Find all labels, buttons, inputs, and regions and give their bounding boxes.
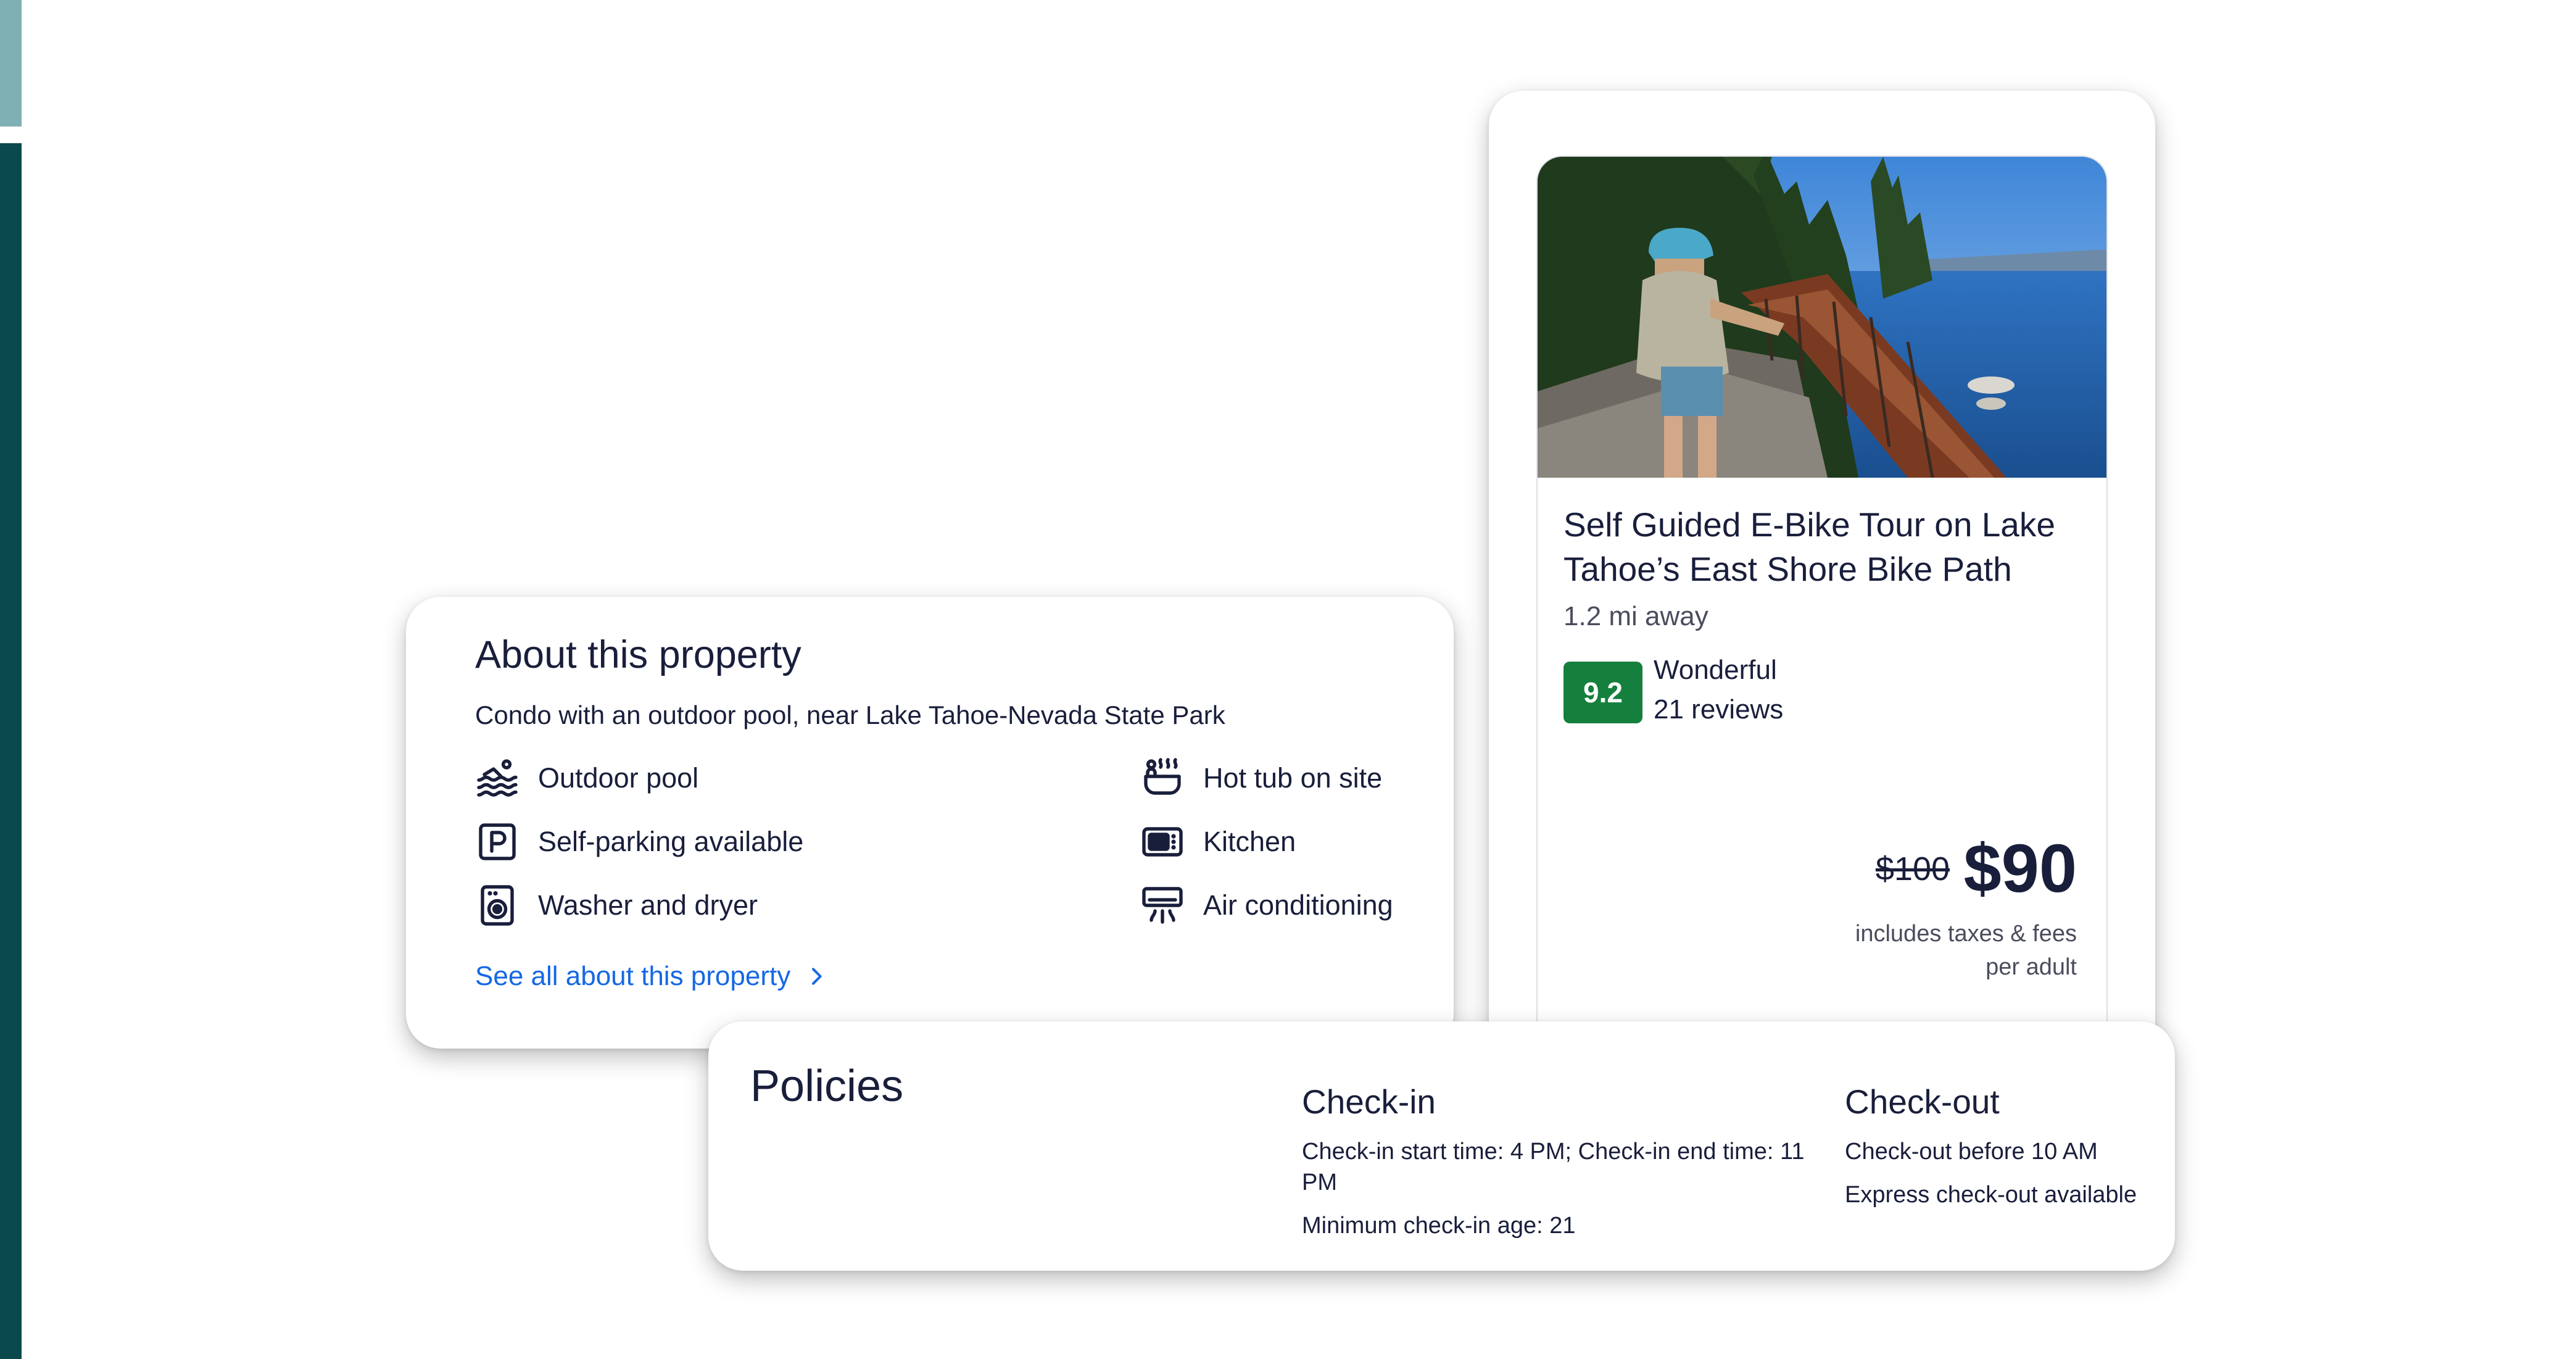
review-count: 21 reviews: [1654, 694, 1784, 725]
amenity-label: Outdoor pool: [538, 762, 699, 794]
review-score-badge: 9.2: [1563, 662, 1642, 723]
side-accent-bar: [0, 143, 22, 1359]
about-property-card: About this property Condo with an outdoo…: [406, 597, 1454, 1049]
about-title: About this property: [475, 633, 801, 676]
amenity-label: Kitchen: [1203, 826, 1296, 857]
policies-card: Policies Check-in Check-in start time: 4…: [708, 1021, 2175, 1271]
express-checkout: Express check-out available: [1845, 1182, 2137, 1208]
pool-icon: [477, 759, 518, 797]
parking-icon: [479, 823, 516, 860]
rating-summary: Wonderful 21 reviews: [1654, 650, 1783, 729]
washer-icon: [481, 885, 514, 926]
see-all-about-property-link[interactable]: See all about this property: [475, 961, 829, 992]
amenity-hot-tub: Hot tub on site: [1140, 756, 1382, 800]
checkout-time: Check-out before 10 AM: [1845, 1139, 2098, 1165]
checkin-min-age: Minimum check-in age: 21: [1302, 1213, 1576, 1239]
hot-tub-icon: [1144, 758, 1181, 795]
kitchen-icon: [1142, 827, 1183, 857]
original-price: $100: [1875, 850, 1950, 887]
chevron-right-icon[interactable]: [804, 964, 829, 989]
price-note-per-adult: per adult: [1986, 954, 2077, 980]
amenity-label: Washer and dryer: [538, 889, 758, 921]
see-all-label[interactable]: See all about this property: [475, 961, 790, 992]
amenity-parking: Self-parking available: [475, 820, 803, 864]
amenity-label: Hot tub on site: [1203, 762, 1383, 794]
amenity-air-conditioning: Air conditioning: [1140, 883, 1393, 928]
price-note-taxes: includes taxes & fees: [1855, 921, 2077, 947]
activity-photo: [1538, 157, 2106, 478]
policies-title: Policies: [750, 1062, 904, 1111]
price-row: $100 $90: [1876, 829, 2077, 908]
checkin-heading: Check-in: [1302, 1083, 1436, 1121]
side-accent-bar-light: [0, 0, 22, 127]
about-subtitle: Condo with an outdoor pool, near Lake Ta…: [475, 700, 1225, 729]
air-conditioning-icon: [1142, 887, 1183, 924]
price-note: includes taxes & fees per adult: [1855, 917, 2077, 984]
activity-card[interactable]: Self Guided E-Bike Tour on Lake Tahoe’s …: [1489, 91, 2155, 1102]
amenity-outdoor-pool: Outdoor pool: [475, 756, 698, 800]
activity-distance: 1.2 mi away: [1563, 601, 1708, 631]
activity-card-inner[interactable]: Self Guided E-Bike Tour on Lake Tahoe’s …: [1536, 156, 2108, 1102]
rating-label: Wonderful: [1654, 655, 1777, 685]
amenity-kitchen: Kitchen: [1140, 820, 1296, 864]
amenity-label: Self-parking available: [538, 826, 804, 857]
amenity-washer: Washer and dryer: [475, 883, 758, 928]
activity-title[interactable]: Self Guided E-Bike Tour on Lake Tahoe’s …: [1563, 502, 2094, 591]
current-price: $90: [1963, 831, 2077, 907]
amenity-label: Air conditioning: [1203, 889, 1393, 921]
checkout-heading: Check-out: [1845, 1083, 2000, 1121]
checkin-times: Check-in start time: 4 PM; Check-in end …: [1302, 1139, 1805, 1195]
